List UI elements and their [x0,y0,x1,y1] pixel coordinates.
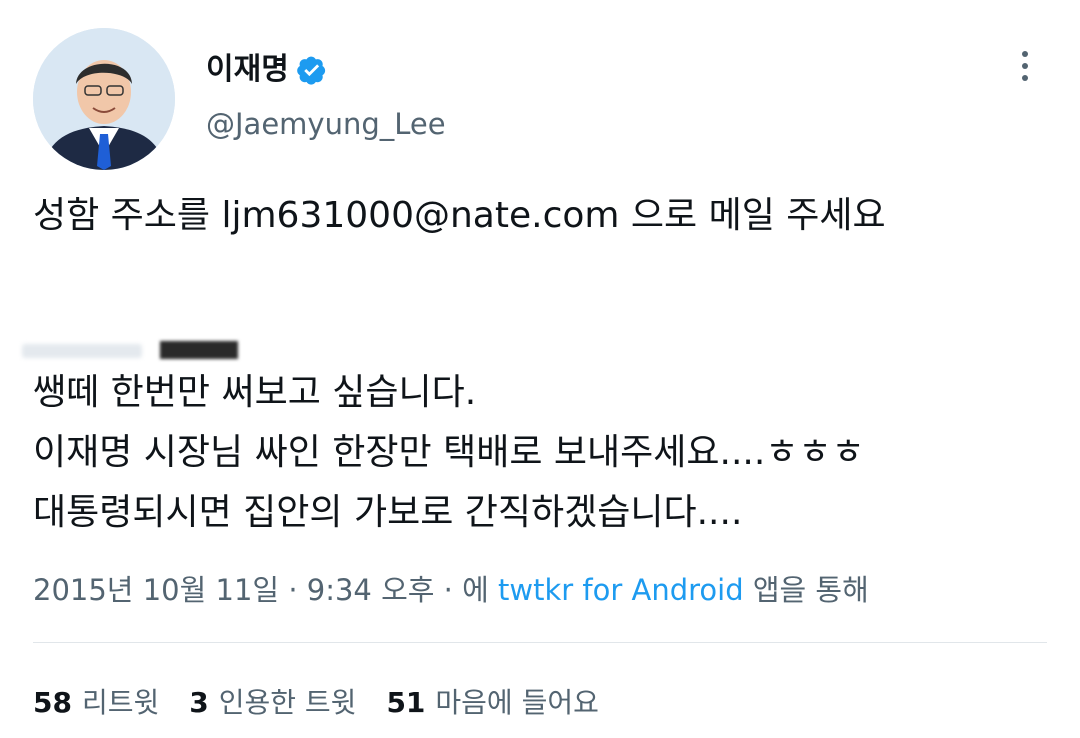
likes-count: 51 [386,686,426,719]
avatar-image [33,28,175,170]
redacted-username [22,344,142,358]
tweet-stats: 58 리트윗 3 인용한 트윗 51 마음에 들어요 [33,683,599,723]
verified-badge-icon [297,56,325,85]
source-app-link[interactable]: twtkr for Android [498,573,744,607]
retweets-stat[interactable]: 58 리트윗 [33,683,159,723]
more-dot [1022,51,1028,57]
tweet-text-line-4: 대통령되시면 집안의 가보로 간직하겠습니다.... [33,492,743,533]
redacted-block [160,341,238,359]
likes-stat[interactable]: 51 마음에 들어요 [386,683,598,723]
quotes-label: 인용한 트윗 [218,686,357,719]
tweet-time[interactable]: 9:34 오후 [307,573,435,607]
quotes-stat[interactable]: 3 인용한 트윗 [189,683,356,723]
more-dot [1022,63,1028,69]
via-prefix: 에 [462,573,489,607]
more-dot [1022,75,1028,81]
tweet-text-line-1: 성함 주소를 ljm631000@nate.com 으로 메일 주세요 [33,195,886,236]
meta-separator: · [443,573,453,607]
author-handle[interactable]: @Jaemyung_Lee [206,106,446,142]
meta-separator: · [288,573,298,607]
quotes-count: 3 [189,686,209,719]
tweet-date[interactable]: 2015년 10월 11일 [33,573,279,607]
author-display-name[interactable]: 이재명 [206,50,289,90]
author-name-row[interactable]: 이재명 [206,50,327,90]
via-suffix: 앱을 통해 [752,573,869,607]
likes-label: 마음에 들어요 [435,686,599,719]
retweets-count: 58 [33,686,72,719]
tweet-text-line-2: 쌩떼 한번만 써보고 싶습니다. [33,372,477,413]
divider [33,642,1047,643]
tweet-text-line-3: 이재명 시장님 싸인 한장만 택배로 보내주세요....ㅎㅎㅎ [33,432,865,473]
tweet-meta: 2015년 10월 11일 · 9:34 오후 · 에 twtkr for An… [33,570,869,610]
author-avatar[interactable] [33,28,175,170]
more-options-icon[interactable] [1010,44,1040,88]
retweets-label: 리트윗 [81,686,160,719]
